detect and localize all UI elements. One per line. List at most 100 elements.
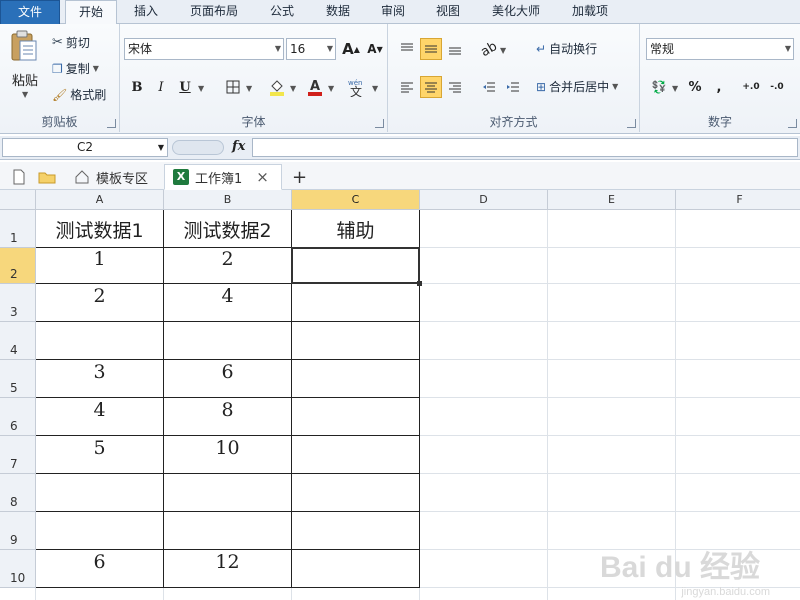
format-painter-button[interactable]: 🖌 格式刷 — [52, 86, 106, 103]
cell-c3[interactable] — [292, 284, 420, 322]
formula-bar-splitter[interactable] — [172, 140, 224, 155]
cell-a10[interactable]: 6 — [36, 550, 164, 588]
currency-dropdown-icon[interactable]: ▼ — [672, 84, 678, 93]
row-header-3[interactable]: 3 — [0, 284, 36, 322]
tab-page-layout[interactable]: 页面布局 — [178, 0, 250, 24]
cell-c2[interactable] — [292, 248, 420, 284]
cell-a1[interactable]: 测试数据1 — [36, 210, 164, 248]
cell-a3[interactable]: 2 — [36, 284, 164, 322]
cell-b6[interactable]: 8 — [164, 398, 292, 436]
column-header-d[interactable]: D — [420, 190, 548, 210]
add-tab-button[interactable]: + — [284, 164, 315, 190]
phonetic-button[interactable]: wén 文 — [346, 76, 368, 98]
merge-center-button[interactable]: ⊞ 合并后居中 ▼ — [536, 78, 618, 95]
cell-b4[interactable] — [164, 322, 292, 360]
tab-beautify[interactable]: 美化大师 — [478, 0, 554, 24]
bold-button[interactable]: B — [126, 76, 148, 98]
tab-review[interactable]: 审阅 — [367, 0, 419, 24]
increase-indent-button[interactable] — [502, 76, 524, 98]
cell-b1[interactable]: 测试数据2 — [164, 210, 292, 248]
tab-file[interactable]: 文件 — [0, 0, 60, 24]
decrease-decimal-button[interactable]: -.0 — [766, 76, 788, 98]
align-bottom-button[interactable] — [444, 38, 466, 60]
align-middle-button[interactable] — [420, 38, 442, 60]
cell-c10[interactable] — [292, 550, 420, 588]
open-folder-button[interactable] — [30, 164, 64, 190]
cell-b3[interactable]: 4 — [164, 284, 292, 322]
cell-c9[interactable] — [292, 512, 420, 550]
align-top-button[interactable] — [396, 38, 418, 60]
fill-handle[interactable] — [417, 281, 422, 286]
row-header-10[interactable]: 10 — [0, 550, 36, 588]
tab-insert[interactable]: 插入 — [120, 0, 172, 24]
cell-a6[interactable]: 4 — [36, 398, 164, 436]
borders-button[interactable] — [222, 76, 244, 98]
phonetic-dropdown-icon[interactable]: ▼ — [372, 84, 378, 93]
cell-b8[interactable] — [164, 474, 292, 512]
font-color-dropdown-icon[interactable]: ▼ — [328, 84, 334, 93]
align-center-button[interactable] — [420, 76, 442, 98]
row-header-4[interactable]: 4 — [0, 322, 36, 360]
cell-c7[interactable] — [292, 436, 420, 474]
align-left-button[interactable] — [396, 76, 418, 98]
cell-a4[interactable] — [36, 322, 164, 360]
row-header-6[interactable]: 6 — [0, 398, 36, 436]
row-header-5[interactable]: 5 — [0, 360, 36, 398]
borders-dropdown-icon[interactable]: ▼ — [246, 84, 252, 93]
tab-formulas[interactable]: 公式 — [256, 0, 308, 24]
comma-button[interactable]: , — [708, 76, 730, 98]
column-header-e[interactable]: E — [548, 190, 676, 210]
font-launcher-icon[interactable] — [375, 119, 384, 128]
cut-button[interactable]: ✂ 剪切 — [52, 34, 90, 51]
clipboard-launcher-icon[interactable] — [107, 119, 116, 128]
cell-a8[interactable] — [36, 474, 164, 512]
orientation-button[interactable]: ab — [478, 38, 500, 60]
alignment-launcher-icon[interactable] — [627, 119, 636, 128]
number-format-select[interactable]: 常规 ▼ — [646, 38, 794, 60]
cell-b2[interactable]: 2 — [164, 248, 292, 284]
cell-a2[interactable]: 1 — [36, 248, 164, 284]
row-header-9[interactable]: 9 — [0, 512, 36, 550]
font-size-select[interactable]: 16 ▼ — [286, 38, 336, 60]
cell-c5[interactable] — [292, 360, 420, 398]
row-header-7[interactable]: 7 — [0, 436, 36, 474]
column-header-f[interactable]: F — [676, 190, 800, 210]
column-header-a[interactable]: A — [36, 190, 164, 210]
number-launcher-icon[interactable] — [788, 119, 797, 128]
increase-decimal-button[interactable]: +.0 — [740, 76, 762, 98]
orientation-dropdown-icon[interactable]: ▼ — [500, 46, 506, 55]
tab-workbook1[interactable]: X 工作簿1 × — [164, 164, 282, 190]
grow-font-button[interactable]: A ▲ — [340, 38, 362, 60]
cell-a9[interactable] — [36, 512, 164, 550]
row-header-8[interactable]: 8 — [0, 474, 36, 512]
formula-input[interactable] — [252, 138, 798, 157]
column-header-b[interactable]: B — [164, 190, 292, 210]
row-header-2[interactable]: 2 — [0, 248, 36, 284]
cell-b10[interactable]: 12 — [164, 550, 292, 588]
tab-template-zone[interactable]: 模板专区 — [66, 164, 156, 190]
cell-c4[interactable] — [292, 322, 420, 360]
column-header-c[interactable]: C — [292, 190, 420, 210]
italic-button[interactable]: I — [150, 76, 172, 98]
underline-button[interactable]: U — [174, 76, 196, 98]
shrink-font-button[interactable]: A ▼ — [364, 38, 386, 60]
select-all-corner[interactable] — [0, 190, 36, 210]
fill-color-dropdown-icon[interactable]: ▼ — [290, 84, 296, 93]
insert-function-button[interactable]: fx — [232, 139, 245, 154]
tab-data[interactable]: 数据 — [312, 0, 364, 24]
paste-button[interactable]: 粘贴 ▼ — [6, 28, 46, 104]
tab-view[interactable]: 视图 — [422, 0, 474, 24]
row-header-1[interactable]: 1 — [0, 210, 36, 248]
font-name-select[interactable]: 宋体 ▼ — [124, 38, 284, 60]
name-box[interactable]: C2 ▼ — [2, 138, 168, 157]
cell-c6[interactable] — [292, 398, 420, 436]
cell-b7[interactable]: 10 — [164, 436, 292, 474]
underline-dropdown-icon[interactable]: ▼ — [198, 84, 204, 93]
tab-home[interactable]: 开始 — [65, 0, 117, 25]
currency-button[interactable]: 💱 — [648, 76, 670, 98]
cell-a7[interactable]: 5 — [36, 436, 164, 474]
cell-c1[interactable]: 辅助 — [292, 210, 420, 248]
cell-b9[interactable] — [164, 512, 292, 550]
copy-button[interactable]: ❐ 复制 ▼ — [52, 60, 99, 77]
cell-a5[interactable]: 3 — [36, 360, 164, 398]
